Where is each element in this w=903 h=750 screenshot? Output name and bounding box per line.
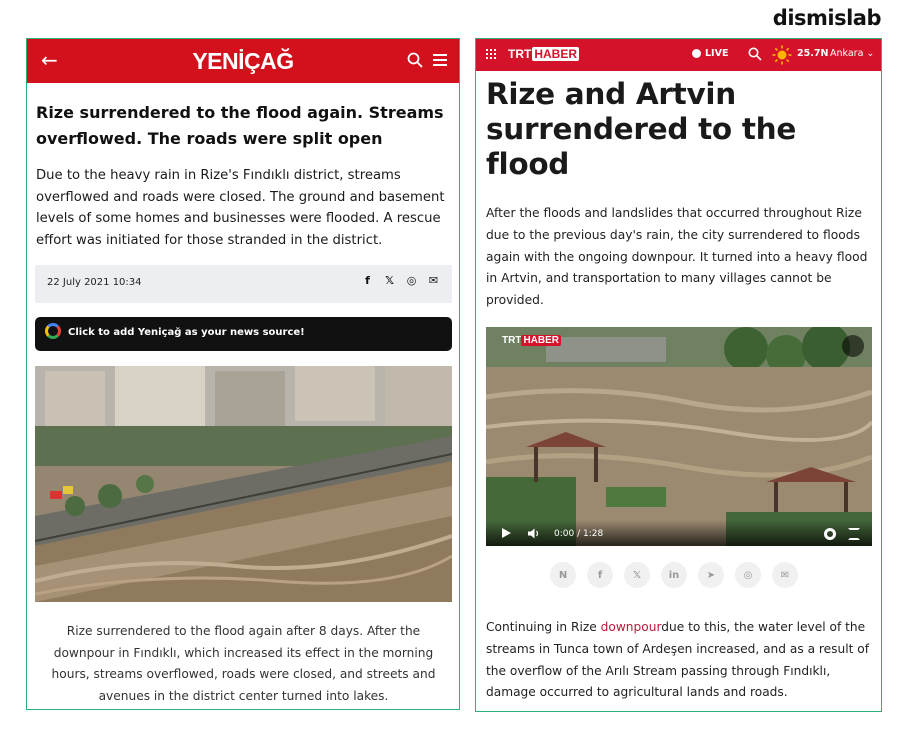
x-icon[interactable]: 𝕏 [383,274,396,287]
trt-haber-logo[interactable]: TRT HABER [508,47,579,61]
mail-icon[interactable]: ✉ [772,562,798,588]
share-bar: f 𝕏 ◎ ✉ [361,274,440,287]
live-dot-icon [692,49,701,58]
flood-photo-illustration [35,366,452,602]
search-icon[interactable] [748,47,762,61]
temperature: 25.7N [797,48,829,59]
video-logo-haber: HABER [521,335,562,346]
article-title: Rize and Artvin surrendered to the flood [486,77,797,181]
yenicag-header: ← YENİÇAĞ [27,39,459,83]
settings-gear-icon[interactable] [824,528,836,540]
mail-icon[interactable]: ✉ [427,274,440,287]
article-body: Continuing in Rize downpourdue to this, … [486,617,878,704]
article-meta-bar: 22 July 2021 10:34 f 𝕏 ◎ ✉ [35,265,452,303]
search-icon[interactable] [407,52,423,68]
live-button[interactable]: LIVE [692,48,728,59]
flood-video-frame [486,327,872,546]
google-news-button[interactable]: Click to add Yeniçağ as your news source… [35,317,452,351]
video-controls: 0:00 / 1:28 [486,520,872,546]
video-watermark-logo: TRT HABER [502,335,562,346]
city-selector[interactable]: Ankara ⌄ [830,48,874,59]
google-news-button-label: Click to add Yeniçağ as your news source… [68,327,305,338]
video-share-icon[interactable] [842,335,864,357]
flood-photo [35,366,452,602]
photo-caption: Rize surrendered to the flood again afte… [51,624,436,703]
article-title: Rize surrendered to the flood again. Str… [36,103,444,148]
dismislab-logo: dismislab [772,6,882,30]
facebook-icon[interactable]: f [361,274,374,287]
haber-logo-text: HABER [532,47,579,61]
sun-weather-icon [772,45,792,65]
live-label: LIVE [705,48,729,59]
body-text-start: Continuing in Rize [486,620,601,634]
linkedin-icon[interactable]: in [661,562,687,588]
video-time: 0:00 / 1:28 [554,529,604,539]
article-lead: Due to the heavy rain in Rize's Fındıklı… [36,168,445,249]
yenicag-article-screenshot: ← YENİÇAĞ Rize surrendered to the flood … [26,38,460,710]
telegram-icon[interactable]: ➤ [698,562,724,588]
whatsapp-icon[interactable]: ◎ [735,562,761,588]
hamburger-menu-icon[interactable] [433,54,447,66]
facebook-icon[interactable]: f [587,562,613,588]
share-bar: N f 𝕏 in ➤ ◎ ✉ [550,562,798,588]
trt-logo-text: TRT [508,47,532,61]
video-logo-trt: TRT [502,335,522,346]
trt-header: TRT HABER LIVE 25.7N Ankara ⌄ [476,39,881,71]
apps-grid-icon[interactable] [486,49,496,59]
yenicag-logo[interactable]: YENİÇAĞ [27,48,459,75]
trt-haber-article-screenshot: TRT HABER LIVE 25.7N Ankara ⌄ Rize and Ar… [475,38,882,712]
whatsapp-icon[interactable]: ◎ [405,274,418,287]
publish-date: 22 July 2021 10:34 [47,277,142,288]
downpour-link[interactable]: downpour [601,620,662,634]
google-icon [45,323,61,339]
volume-icon[interactable] [528,528,540,539]
article-lead: After the floods and landslides that occ… [486,206,868,308]
news-icon[interactable]: N [550,562,576,588]
play-icon[interactable] [502,528,511,538]
x-icon[interactable]: 𝕏 [624,562,650,588]
fullscreen-icon[interactable] [848,528,860,540]
video-player[interactable]: TRT HABER 0:00 / 1:28 [486,327,872,546]
